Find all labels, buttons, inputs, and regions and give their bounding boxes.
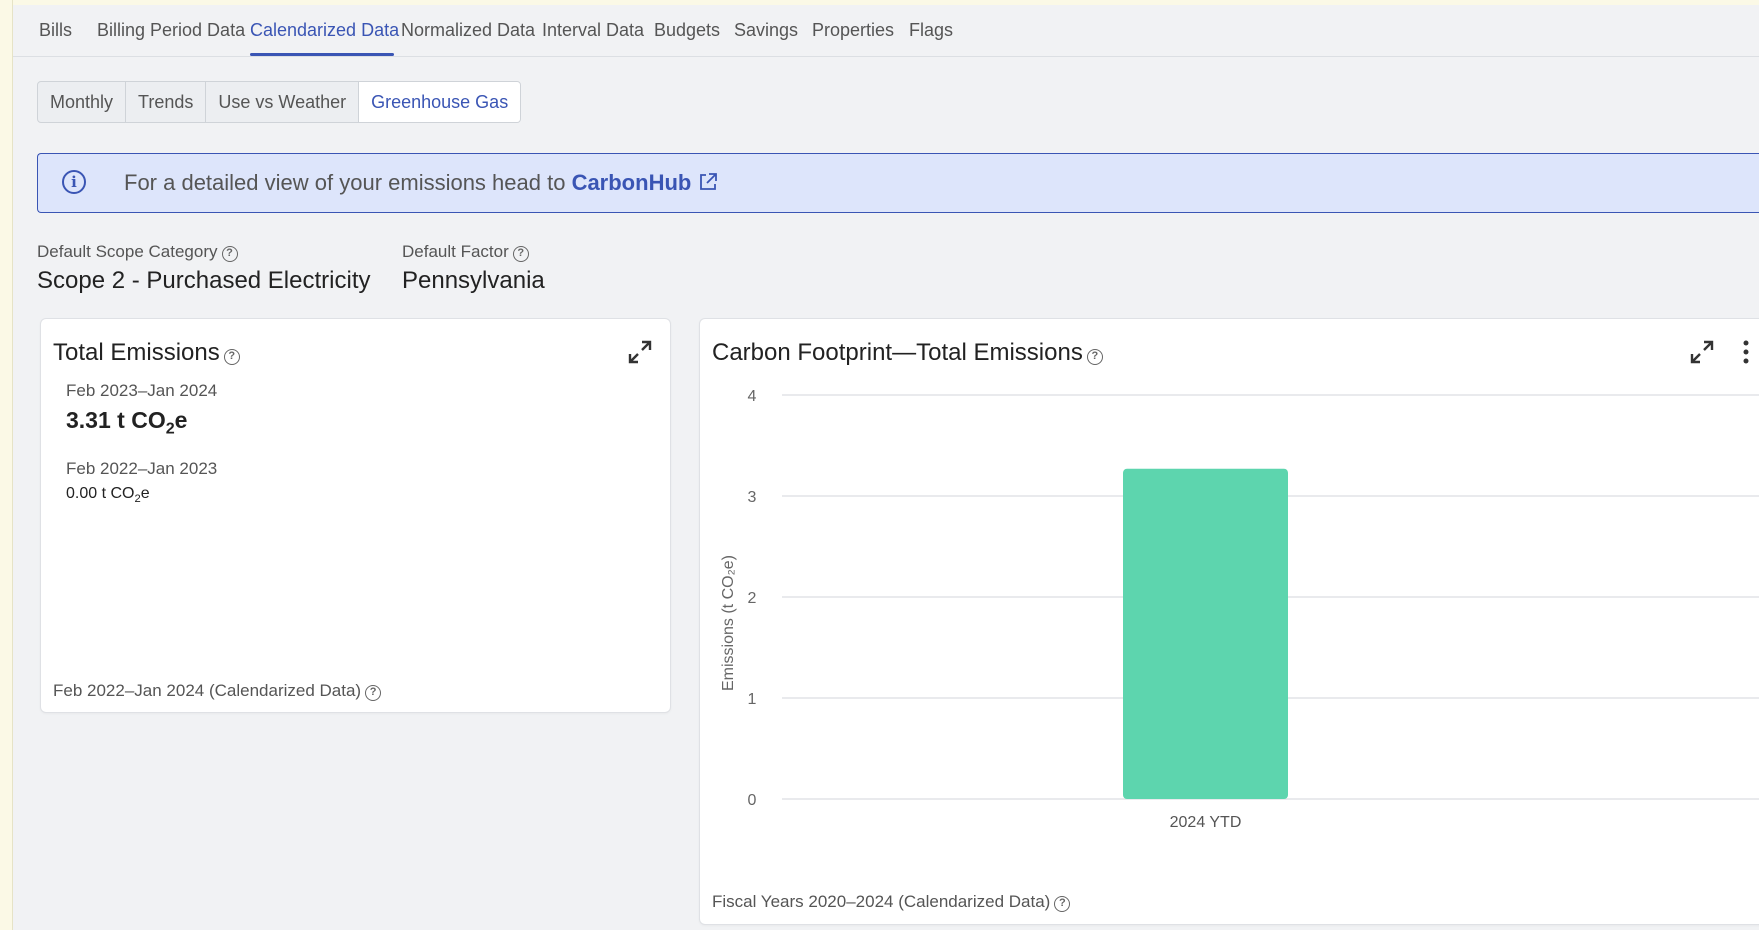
carbonhub-link[interactable]: CarbonHub: [572, 170, 692, 195]
carbon-footprint-card: Carbon Footprint—Total Emissions? Emissi…: [699, 318, 1759, 925]
help-icon[interactable]: ?: [1054, 896, 1071, 912]
tab-properties[interactable]: Properties: [812, 20, 894, 41]
y-tick-label: 3: [748, 489, 757, 506]
subtab-use-vs-weather[interactable]: Use vs Weather: [206, 82, 360, 122]
y-tick-label: 0: [748, 792, 757, 809]
scope-category-label: Default Scope Category?: [37, 242, 238, 262]
help-icon[interactable]: ?: [223, 349, 240, 365]
tab-bills[interactable]: Bills: [39, 20, 72, 41]
active-tab-underline: [250, 53, 394, 56]
previous-period-label: Feb 2022–Jan 2023: [66, 459, 218, 478]
scope-category-label-text: Default Scope Category: [37, 242, 218, 261]
info-banner: i For a detailed view of your emissions …: [37, 153, 1759, 213]
current-period-label: Feb 2023–Jan 2024: [66, 381, 218, 400]
scope-category-value: Scope 2 - Purchased Electricity: [37, 267, 371, 294]
current-emissions-number: 3.31 t CO: [66, 407, 166, 433]
subtab-monthly[interactable]: Monthly: [38, 82, 127, 122]
previous-emissions-number: 0.00 t CO: [66, 485, 135, 502]
banner-text: For a detailed view of your emissions he…: [124, 170, 572, 195]
help-icon[interactable]: ?: [221, 246, 238, 262]
subtab-trends[interactable]: Trends: [126, 82, 207, 122]
card-footer-text: Feb 2022–Jan 2024 (Calendarized Data): [53, 681, 362, 700]
x-tick-label: 2024 YTD: [1170, 814, 1242, 831]
total-emissions-card: Total Emissions? Feb 2023–Jan 2024 3.31 …: [40, 318, 671, 713]
default-factor-label-text: Default Factor: [402, 242, 509, 261]
tab-budgets[interactable]: Budgets: [654, 20, 720, 41]
bar[interactable]: [1123, 468, 1288, 799]
previous-emissions-value: 0.00 t CO2e: [66, 485, 150, 505]
info-icon: i: [62, 170, 86, 194]
current-emissions-value: 3.31 t CO2e: [66, 407, 187, 439]
card-title: Total Emissions?: [53, 339, 240, 367]
card-footer-text: Fiscal Years 2020–2024 (Calendarized Dat…: [712, 892, 1051, 911]
tab-savings[interactable]: Savings: [734, 20, 798, 41]
expand-icon[interactable]: [627, 339, 653, 365]
default-factor-label: Default Factor?: [402, 242, 529, 262]
main-tabs: Bills Billing Period Data Calendarized D…: [13, 5, 1759, 57]
emissions-bar-chart: Emissions (t CO₂e) 0 1 2 3 4 2024 YTD: [720, 388, 1759, 831]
tab-normalized-data[interactable]: Normalized Data: [401, 20, 535, 41]
help-icon[interactable]: ?: [365, 685, 382, 701]
tab-billing-period-data[interactable]: Billing Period Data: [97, 20, 245, 41]
subtab-group: Monthly Trends Use vs Weather Greenhouse…: [37, 81, 522, 123]
y-axis-label: Emissions (t CO₂e): [720, 555, 737, 691]
y-tick-label: 4: [748, 388, 757, 405]
help-icon[interactable]: ?: [512, 246, 529, 262]
tab-interval-data[interactable]: Interval Data: [542, 20, 644, 41]
left-edge-strip: [0, 0, 13, 930]
card-footer: Feb 2022–Jan 2024 (Calendarized Data)?: [53, 681, 382, 701]
subtab-greenhouse-gas[interactable]: Greenhouse Gas: [359, 82, 521, 122]
co2e-suffix: e: [140, 485, 150, 502]
card-title-text: Total Emissions: [53, 339, 220, 366]
tab-flags[interactable]: Flags: [909, 20, 953, 41]
external-link-icon[interactable]: [697, 171, 719, 193]
co2e-suffix: e: [174, 407, 188, 433]
co2-subscript: 2: [165, 419, 175, 438]
app-content: Bills Billing Period Data Calendarized D…: [13, 5, 1759, 930]
tab-calendarized-data[interactable]: Calendarized Data: [250, 20, 399, 41]
card-footer: Fiscal Years 2020–2024 (Calendarized Dat…: [712, 892, 1071, 912]
default-factor-value: Pennsylvania: [402, 267, 545, 294]
banner-message: For a detailed view of your emissions he…: [124, 170, 719, 196]
y-tick-label: 1: [748, 691, 757, 708]
y-tick-label: 2: [748, 590, 757, 607]
